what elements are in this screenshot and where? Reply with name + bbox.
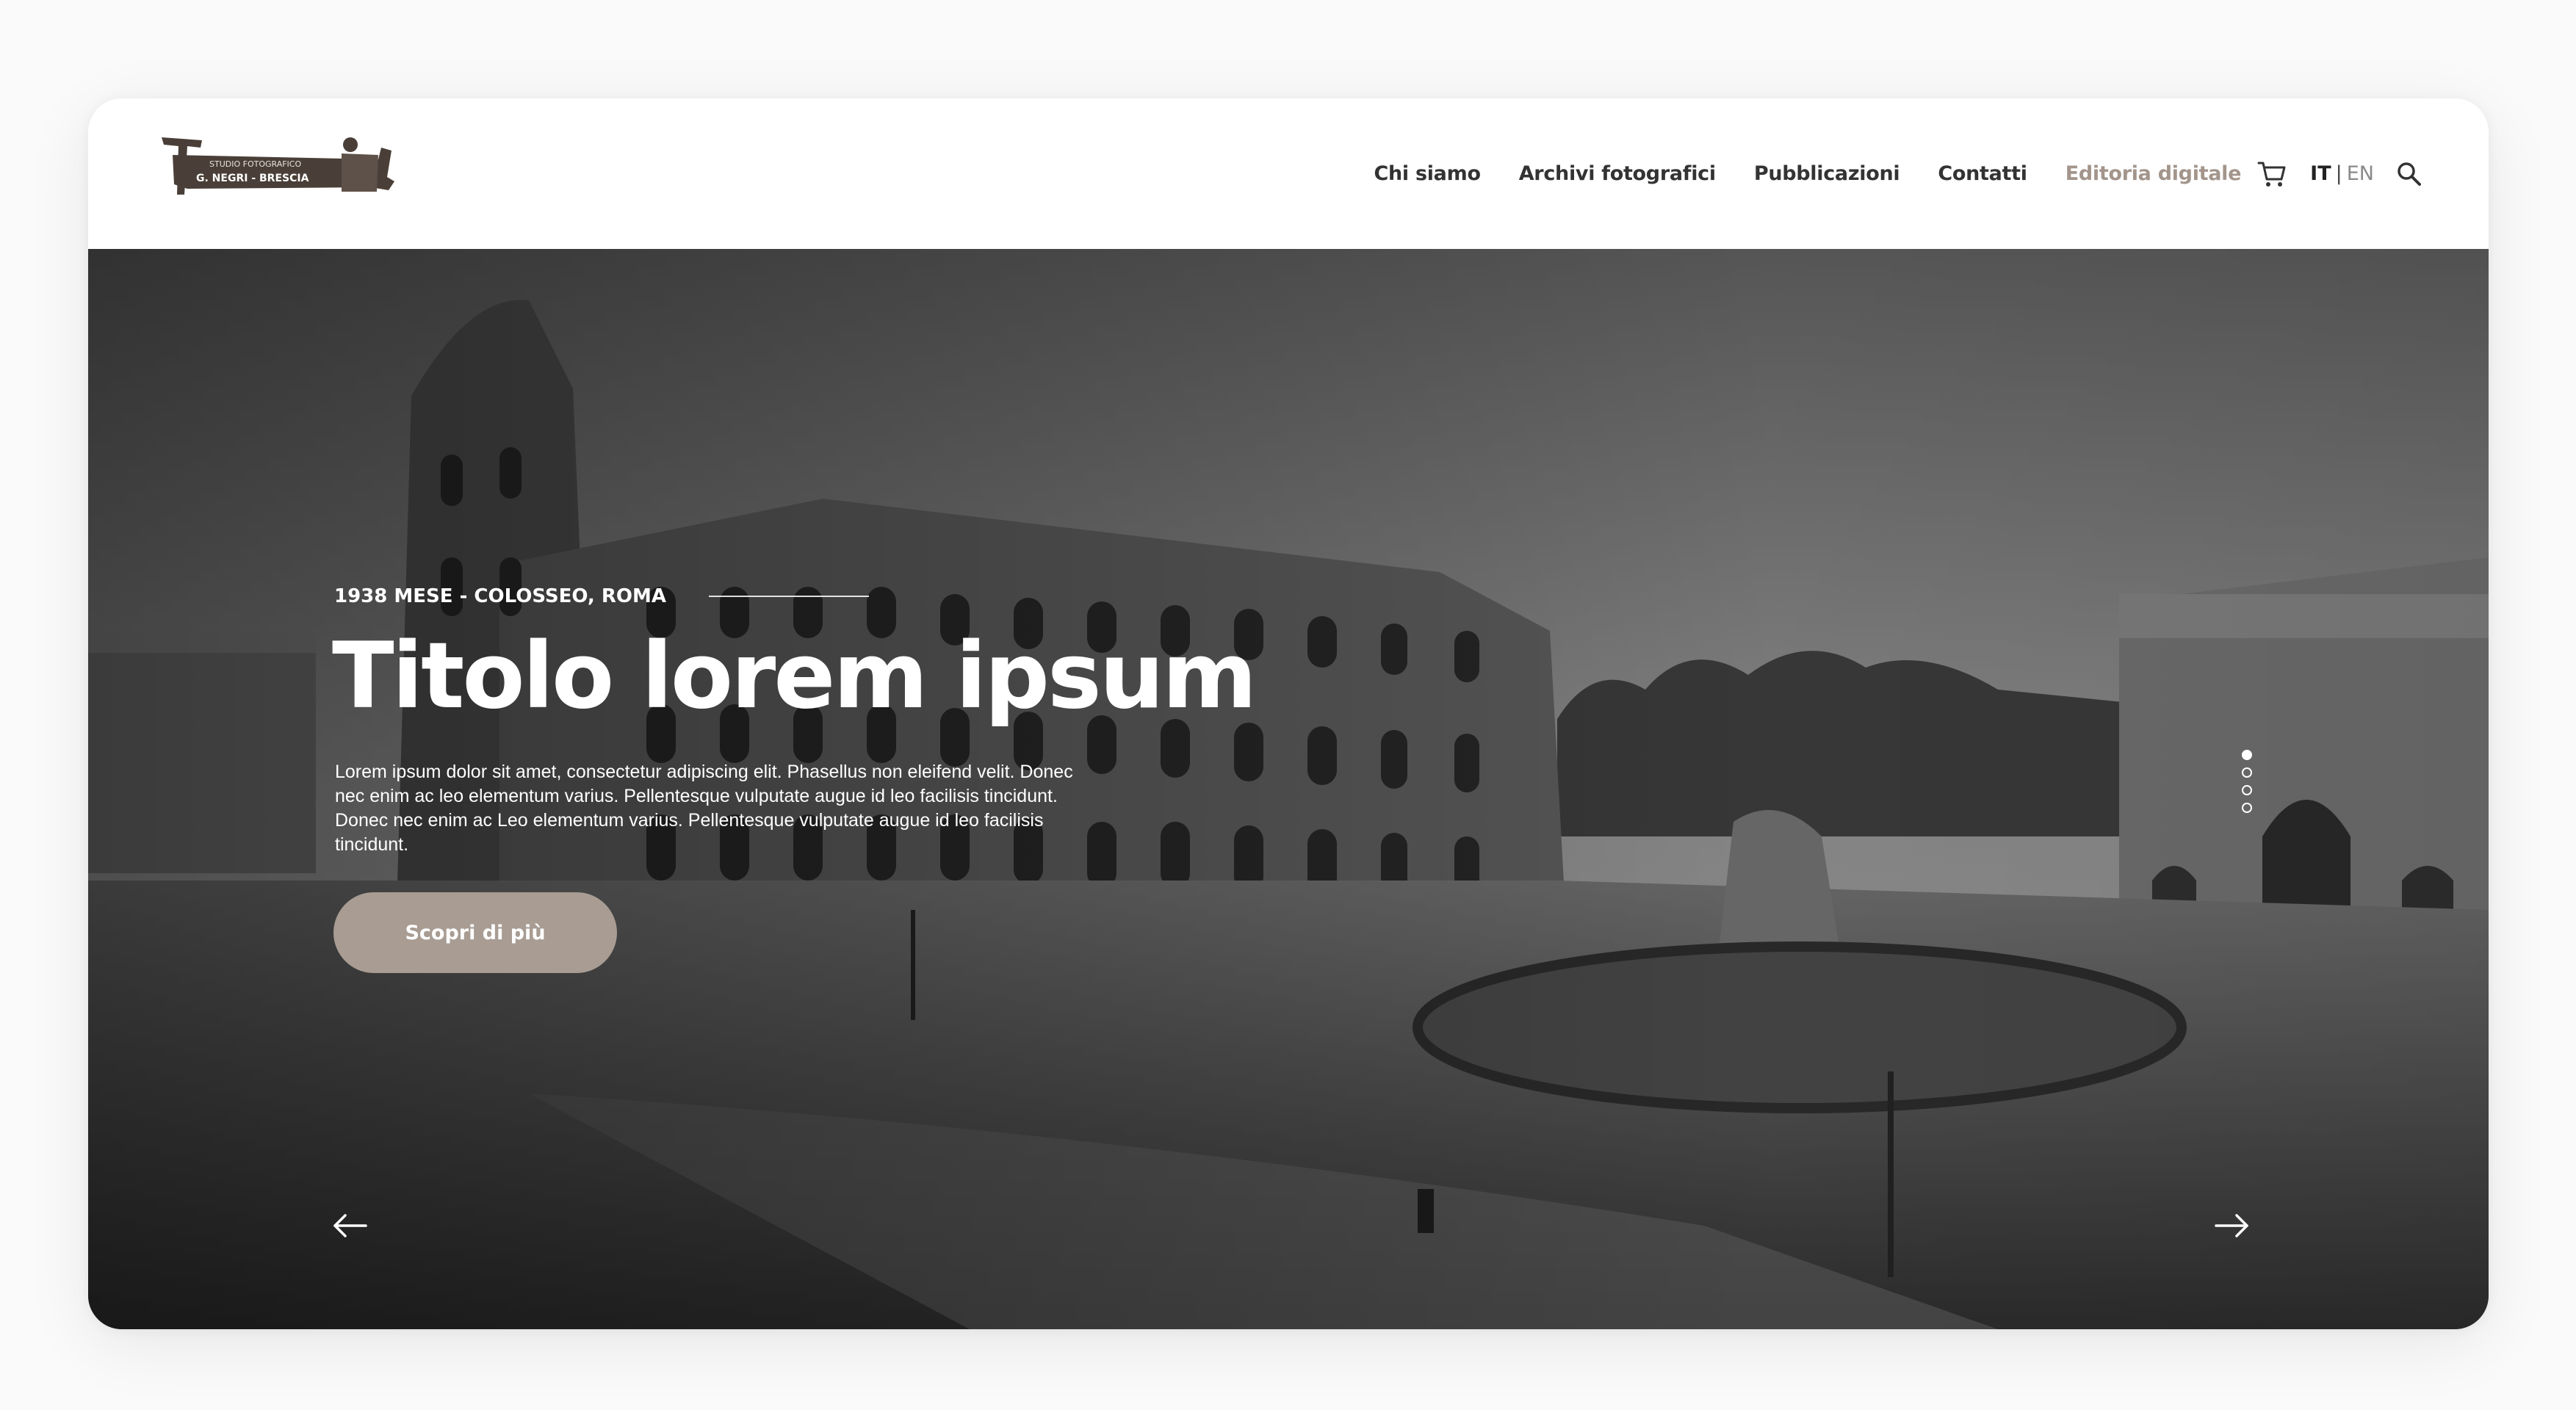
hero-slider: 1938 MESE - COLOSSEO, ROMA Titolo lorem …	[88, 249, 2489, 1329]
main-nav: Chi siamo Archivi fotografici Pubblicazi…	[1374, 98, 2489, 249]
site-header: STUDIO FOTOGRAFICO G. NEGRI - BRESCIA Ch…	[88, 98, 2489, 249]
slider-pagination	[2242, 750, 2252, 820]
hero-title: Titolo lorem ipsum	[332, 623, 1257, 729]
nav-item-pubblicazioni[interactable]: Pubblicazioni	[1754, 162, 1900, 185]
site-logo[interactable]: STUDIO FOTOGRAFICO G. NEGRI - BRESCIA	[158, 133, 397, 206]
lang-separator: |	[2335, 162, 2342, 185]
nav-item-editoria-digitale[interactable]: Editoria digitale	[2066, 162, 2242, 185]
search-icon[interactable]	[2396, 161, 2422, 187]
nav-item-chi-siamo[interactable]: Chi siamo	[1374, 162, 1481, 185]
slider-dot-2[interactable]	[2242, 767, 2252, 778]
logo-line-1: STUDIO FOTOGRAFICO	[209, 159, 301, 169]
lang-en[interactable]: EN	[2347, 162, 2374, 185]
language-switcher: IT | EN	[2310, 162, 2374, 185]
hero-description: Lorem ipsum dolor sit amet, consectetur …	[335, 762, 1073, 855]
logo-image: STUDIO FOTOGRAFICO G. NEGRI - BRESCIA	[162, 137, 394, 195]
hero-eyebrow: 1938 MESE - COLOSSEO, ROMA	[334, 585, 869, 607]
nav-item-contatti[interactable]: Contatti	[1938, 162, 2027, 185]
slider-dot-1[interactable]	[2242, 750, 2252, 760]
slider-dot-4[interactable]	[2242, 803, 2252, 813]
logo-line-2: G. NEGRI - BRESCIA	[196, 173, 309, 184]
discover-more-button[interactable]: Scopri di più	[333, 892, 617, 973]
arrow-left-icon[interactable]	[331, 1211, 369, 1240]
eyebrow-divider	[708, 596, 869, 597]
cart-icon[interactable]	[2257, 160, 2287, 188]
lang-it[interactable]: IT	[2310, 162, 2331, 185]
slider-dot-3[interactable]	[2242, 785, 2252, 795]
hero-eyebrow-text: 1938 MESE - COLOSSEO, ROMA	[334, 585, 666, 607]
browser-frame: STUDIO FOTOGRAFICO G. NEGRI - BRESCIA Ch…	[88, 98, 2489, 1329]
nav-item-archivi-fotografici[interactable]: Archivi fotografici	[1519, 162, 1716, 185]
arrow-right-icon[interactable]	[2213, 1211, 2251, 1240]
